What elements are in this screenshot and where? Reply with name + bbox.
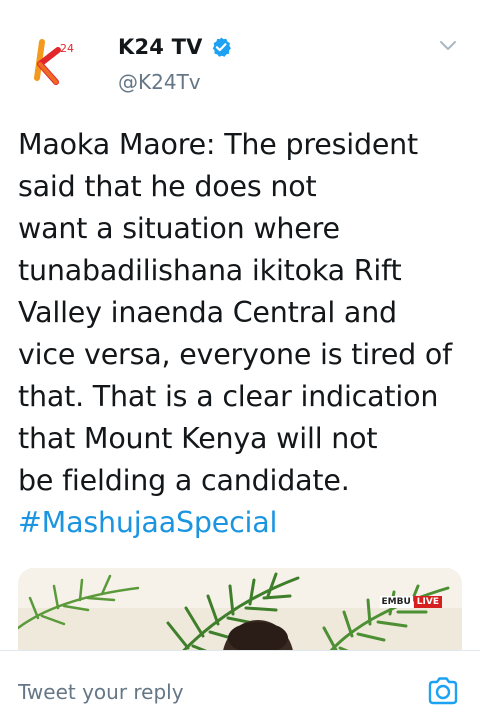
display-name[interactable]: K24 TV [118, 35, 203, 59]
tweet-line: that Mount Kenya will not [18, 422, 378, 455]
watermark-live: LIVE [413, 596, 442, 608]
tweet-detail-page: 24 K24 TV @K24Tv Maoka Maore: The presid… [0, 0, 480, 727]
tweet-line: be fielding a candidate. [18, 464, 350, 497]
logo-number: 24 [60, 42, 74, 55]
tweet-text: Maoka Maore: The president said that he … [18, 124, 466, 544]
camera-icon[interactable] [426, 674, 460, 708]
tweet-line: tunabadilishana ikitoka Rift [18, 254, 402, 287]
tweet-header: 24 K24 TV @K24Tv [0, 0, 480, 110]
tweet-line: want a situation where [18, 212, 340, 245]
avatar[interactable]: 24 [22, 28, 86, 92]
reply-input[interactable] [18, 677, 398, 707]
user-handle[interactable]: @K24Tv [118, 70, 201, 94]
display-name-row: K24 TV [118, 33, 232, 61]
tweet-line: vice versa, everyone is tired of [18, 338, 452, 371]
hashtag-link[interactable]: #MashujaaSpecial [18, 502, 466, 544]
tweet-line: Maoka Maore: The president [18, 128, 419, 161]
tweet-line: that. That is a clear indication [18, 380, 439, 413]
channel-watermark: EMBU LIVE [379, 596, 442, 608]
tweet-line: said that he does not [18, 170, 317, 203]
watermark-embu: EMBU [379, 596, 413, 608]
k24-logo-icon: 24 [34, 39, 74, 85]
chevron-down-icon[interactable] [438, 38, 458, 52]
verified-badge-icon [210, 36, 232, 58]
tweet-line: Valley inaenda Central and [18, 296, 397, 329]
reply-bar [0, 650, 480, 727]
